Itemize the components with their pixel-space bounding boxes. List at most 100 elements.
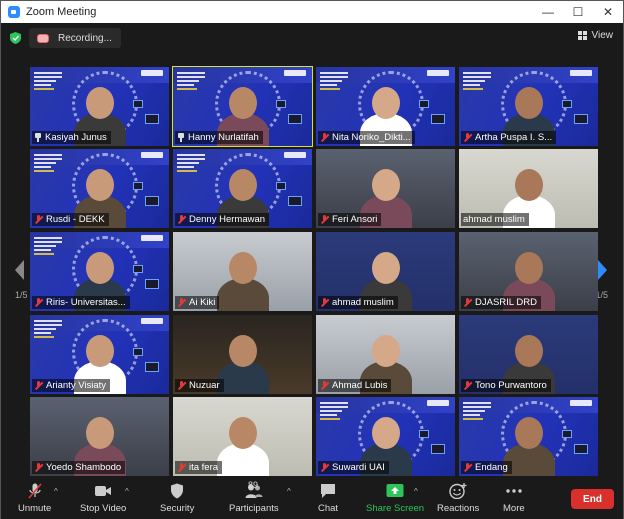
participant-name-tag: Artha Puspa I. S... [461,131,557,144]
microphone-muted-icon [463,463,472,472]
participant-name-tag: Hanny Nurlatifah [175,131,263,144]
participant-tile[interactable]: Endang [459,397,598,476]
audio-options-caret[interactable]: ^ [54,487,58,496]
participant-name: DJASRIL DRD [475,297,537,308]
stop-video-button[interactable]: Stop Video [80,483,126,514]
participant-tile[interactable]: Denny Hermawan [173,149,312,228]
participant-name: Endang [475,462,508,473]
page-indicator-left: 1/5 [15,290,28,300]
participant-tile[interactable]: Artha Puspa I. S... [459,67,598,146]
view-button[interactable]: View [577,30,613,41]
microphone-muted-icon [34,298,43,307]
participant-name-tag: Tono Purwantoro [461,379,551,392]
participant-name: Yoedo Shambodo [46,462,122,473]
participant-name: Rusdi - DEKK [46,214,105,225]
unmute-label: Unmute [18,503,52,514]
participant-head [515,87,543,119]
participant-tile[interactable]: Arianty Visiaty [30,315,169,394]
microphone-muted-icon [34,215,43,224]
grid-icon [577,31,587,40]
participant-head [372,169,400,201]
previous-page-icon[interactable] [13,258,25,282]
recording-label: Recording... [58,32,112,44]
participant-name-tag: ita fera [175,461,223,474]
participants-options-caret[interactable]: ^ [287,487,291,496]
chat-bubble-icon [321,484,336,498]
video-options-caret[interactable]: ^ [125,487,129,496]
participant-name-tag: DJASRIL DRD [461,296,541,309]
pin-icon [177,133,185,142]
end-meeting-button[interactable]: End [571,489,614,509]
participant-head [372,252,400,284]
recording-icon [37,33,49,43]
participant-name: Tono Purwantoro [475,380,547,391]
microphone-muted-icon [320,298,329,307]
zoom-window: Zoom Meeting — ☐ ✕ Recording... View 1/5… [0,0,624,519]
participant-name-tag: Feri Ansori [318,213,382,226]
participant-name-tag: Denny Hermawan [175,213,270,226]
participant-tile[interactable]: Nita Noriko_Dikti... [316,67,455,146]
participant-name: Denny Hermawan [189,214,266,225]
participant-head [229,335,257,367]
participant-name: Suwardi UAI [332,462,385,473]
share-screen-label: Share Screen [366,503,425,514]
participant-tile[interactable]: Yoedo Shambodo [30,397,169,476]
participant-name: Ahmad Lubis [332,380,388,391]
maximize-button[interactable]: ☐ [563,1,593,23]
close-button[interactable]: ✕ [593,1,623,23]
meeting-toolbar: Unmute ^ Stop Video ^ Security 89 Partic… [1,479,623,519]
participant-head [86,335,114,367]
participant-name: Ai Kiki [189,297,216,308]
share-screen-icon [386,484,404,497]
participant-tile[interactable]: Riris- Universitas... [30,232,169,311]
participant-tile[interactable]: Suwardi UAI [316,397,455,476]
participant-name-tag: Ai Kiki [175,296,220,309]
participant-tile[interactable]: Ai Kiki [173,232,312,311]
microphone-muted-icon [320,133,329,142]
more-button[interactable]: More [503,483,525,514]
participant-name: Nuzuar [189,380,220,391]
participant-tile[interactable]: Rusdi - DEKK [30,149,169,228]
participant-head [86,417,114,449]
participant-name-tag: Suwardi UAI [318,461,389,474]
next-page-icon[interactable] [597,258,609,282]
participant-name-tag: Riris- Universitas... [32,296,130,309]
participant-name-tag: Ahmad Lubis [318,379,392,392]
participants-count: 89 [248,480,259,490]
participants-button[interactable]: 89 Participants [229,480,279,514]
participant-head [229,169,257,201]
participant-head [515,252,543,284]
unmute-button[interactable]: Unmute [18,483,51,514]
participant-tile[interactable]: Feri Ansori [316,149,455,228]
participant-tile[interactable]: Ahmad Lubis [316,315,455,394]
shield-check-icon[interactable] [10,32,21,44]
participant-tile[interactable]: DJASRIL DRD [459,232,598,311]
share-options-caret[interactable]: ^ [414,487,418,496]
participant-head [515,417,543,449]
minimize-button[interactable]: — [533,1,563,23]
participant-tile[interactable]: Hanny Nurlatifah [172,66,313,147]
participant-name: Nita Noriko_Dikti... [332,132,411,143]
video-camera-icon [95,486,112,496]
participant-tile[interactable]: ahmad muslim [459,149,598,228]
participant-name: Riris- Universitas... [46,297,126,308]
participant-tile[interactable]: Kasiyah Junus [30,67,169,146]
chat-label: Chat [318,503,339,514]
microphone-muted-icon [34,463,43,472]
participant-name-tag: Rusdi - DEKK [32,213,109,226]
chat-button[interactable]: Chat [318,483,338,514]
reactions-button[interactable]: Reactions [437,483,479,514]
participant-tile[interactable]: ita fera [173,397,312,476]
participant-name: Hanny Nurlatifah [188,132,259,143]
window-title: Zoom Meeting [26,6,97,18]
more-label: More [503,503,525,514]
participant-tile[interactable]: ahmad muslim [316,232,455,311]
gallery-view: Kasiyah Junus Hanny Nurlatifah Nita Noriko… [30,66,598,476]
microphone-muted-icon [463,298,472,307]
recording-indicator[interactable]: Recording... [29,28,121,48]
security-button[interactable]: Security [160,483,194,514]
participant-tile[interactable]: Tono Purwantoro [459,315,598,394]
participant-name: Kasiyah Junus [45,132,107,143]
participant-head [86,169,114,201]
participant-tile[interactable]: Nuzuar [173,315,312,394]
